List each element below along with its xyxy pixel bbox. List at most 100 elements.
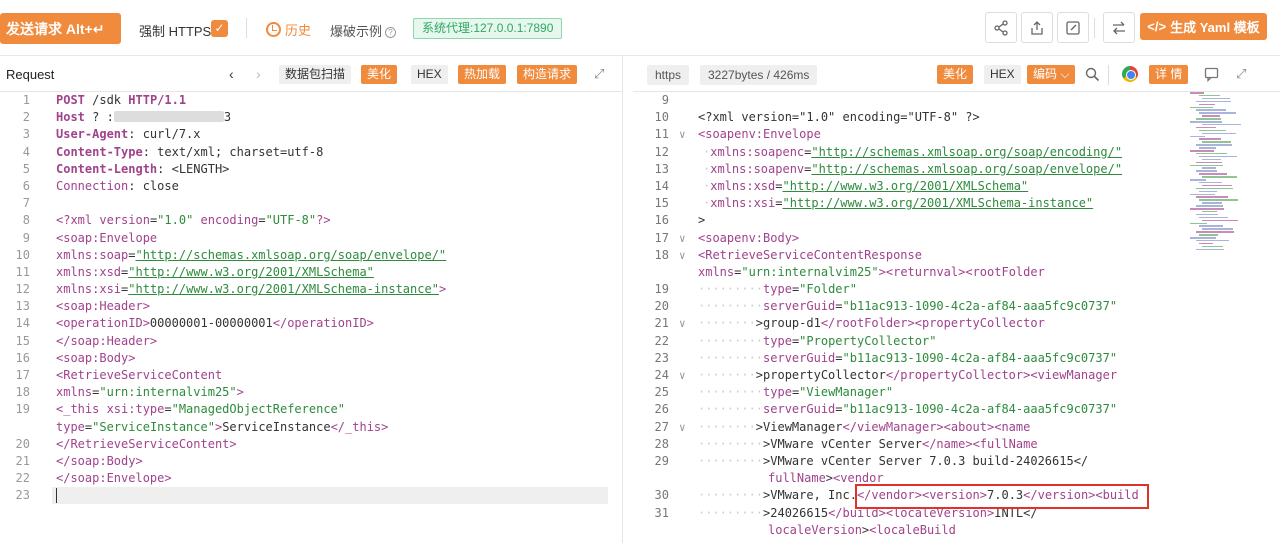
edit-button[interactable] <box>1057 12 1089 43</box>
examples-label: 爆破示例 <box>330 24 383 39</box>
response-viewer[interactable]: 9 10 <?xml version="1.0" encoding="UTF-8" … <box>633 92 1193 539</box>
minimap-line <box>1202 123 1241 126</box>
fold-chevron-icon[interactable]: ∨ <box>679 126 686 143</box>
chevron-left-icon[interactable]: ‹ <box>229 66 234 82</box>
code-token: xmlns:xsi <box>710 196 776 211</box>
line-number: 14 <box>654 178 669 193</box>
line-number: 31 <box>654 505 669 520</box>
expand-icon[interactable]: ⤢ <box>594 66 604 82</box>
beautify-button[interactable]: 美化 <box>361 65 398 84</box>
help-icon: ? <box>385 27 397 38</box>
generate-yaml-button[interactable]: </> 生成 Yaml 模板 <box>1140 13 1267 40</box>
highlight-box <box>855 484 1149 509</box>
fold-chevron-icon[interactable]: ∨ <box>679 367 686 384</box>
minimap-line <box>1190 208 1224 210</box>
code-line: 14 ·xmlns:xsd="http://www.w3.org/2001/XML… <box>633 178 1193 195</box>
edit-icon <box>1066 20 1080 35</box>
code-token: /sdk <box>84 93 129 107</box>
code-line: localeVersion><localeBuild <box>633 522 1193 539</box>
brute-force-examples-link[interactable]: 爆破示例? <box>330 21 397 40</box>
code-token: xmlns:xsd <box>56 264 122 279</box>
code-token: Content-Length <box>56 161 158 176</box>
encoding-dropdown[interactable]: 编码 ⌵ <box>1027 65 1076 84</box>
code-token: "b11ac913-1090-4c2a-af84-aaa5fc9c0737" <box>842 402 1118 417</box>
fold-chevron-icon[interactable]: ∨ <box>679 419 686 436</box>
code-line: 27 ∨ ········>ViewManager</viewManager><ab… <box>633 419 1193 436</box>
send-request-button[interactable]: 发送请求 Alt+↵ <box>0 13 121 44</box>
line-content: <RetrieveServiceContentResponse <box>698 247 922 264</box>
code-token: version <box>99 213 150 228</box>
swap-button[interactable] <box>1103 12 1135 43</box>
fold-chevron-icon[interactable]: ∨ <box>679 247 686 264</box>
code-line: xmlns="urn:internalvim25"><returnval><ro… <box>633 264 1193 281</box>
line-number: 27 <box>654 419 669 434</box>
minimap-line <box>1199 181 1222 184</box>
code-token: </soap:Header> <box>56 333 158 348</box>
request-header: Request ‹ › 数据包扫描 美化 HEX 热加载 构造请求 ⤢ <box>0 56 623 92</box>
chevron-right-icon[interactable]: › <box>256 66 261 82</box>
minimap-line <box>1199 199 1238 201</box>
code-line: 15 </soap:Header> <box>0 333 623 350</box>
resp-beautify-button[interactable]: 美化 <box>937 65 974 84</box>
code-token: <localeBuild <box>869 522 956 537</box>
packet-scan-button[interactable]: 数据包扫描 <box>279 65 352 84</box>
minimap-line <box>1196 213 1218 216</box>
code-token: "UTF-8" <box>265 213 317 228</box>
fold-chevron-icon[interactable]: ∨ <box>679 230 686 247</box>
swap-icon <box>1113 21 1125 34</box>
line-content: <soapenv:Body> <box>698 230 799 247</box>
code-token: "urn:internalvim25" <box>99 385 237 400</box>
minimap-line <box>1199 138 1221 140</box>
minimap-line <box>1190 237 1216 239</box>
code-token: = <box>775 196 783 211</box>
hot-reload-button[interactable]: 热加载 <box>458 65 507 84</box>
upload-icon <box>1031 20 1043 35</box>
code-minimap[interactable] <box>1188 92 1248 252</box>
force-https-checkbox[interactable]: ✓ <box>211 20 228 37</box>
line-content: </soap:Envelope> <box>56 470 172 487</box>
build-request-button[interactable]: 构造请求 <box>517 65 578 84</box>
minimap-line <box>1199 234 1218 236</box>
code-token: </soap:Envelope> <box>56 471 172 486</box>
minimap-line <box>1190 135 1205 137</box>
code-line: 24 ∨ ········>propertyCollector</propertyC… <box>633 367 1193 384</box>
expand-icon[interactable]: ⤢ <box>1236 66 1246 82</box>
code-token: serverGuid <box>763 402 836 417</box>
code-token: <fullName <box>972 436 1038 451</box>
line-number: 11 <box>15 264 30 279</box>
force-https-label: 强制 HTTPS <box>139 24 212 39</box>
code-line: 6 Connection: close <box>0 178 623 195</box>
system-proxy-badge[interactable]: 系统代理:127.0.0.1:7890 <box>413 18 563 39</box>
code-line: 26 ·········serverGuid="b11ac913-1090-4c2… <box>633 401 1193 418</box>
comment-icon[interactable] <box>1204 67 1219 82</box>
code-token: > <box>438 282 447 297</box>
indent-guide: ········· <box>698 402 764 417</box>
history-button[interactable]: 历史 <box>266 20 311 39</box>
resp-hex-button[interactable]: HEX <box>984 65 1021 84</box>
code-token: Connection <box>56 178 129 193</box>
code-line: 13 ·xmlns:soapenv="http://schemas.xmlsoap… <box>633 161 1193 178</box>
hex-button[interactable]: HEX <box>411 65 448 84</box>
details-button[interactable]: 详 情 <box>1149 65 1189 84</box>
minimap-line <box>1199 216 1228 219</box>
share-button[interactable] <box>985 12 1017 43</box>
code-token: = <box>835 402 843 417</box>
line-content: type="ServiceInstance">ServiceInstance</… <box>56 419 388 436</box>
code-token: "b11ac913-1090-4c2a-af84-aaa5fc9c0737" <box>842 299 1118 314</box>
request-editor[interactable]: 1 POST /sdk HTTP/1.1 2 Host ? : 3 3 User-Agent… <box>0 92 623 505</box>
code-token: <soapenv:Envelope <box>698 127 821 142</box>
line-number: 20 <box>654 299 669 314</box>
export-button[interactable] <box>1021 12 1053 43</box>
code-token: POST <box>56 93 85 107</box>
chrome-icon[interactable] <box>1122 66 1138 82</box>
code-line: 1 POST /sdk HTTP/1.1 <box>0 92 623 109</box>
search-icon[interactable] <box>1085 67 1100 82</box>
code-token: "http://schemas.xmlsoap.org/soap/envelop… <box>135 247 447 262</box>
minimap-line <box>1196 205 1223 207</box>
code-token: >group-d1 <box>755 316 821 331</box>
code-token: : curl/7.x <box>128 127 201 142</box>
code-token: "ManagedObjectReference" <box>171 402 345 417</box>
fold-chevron-icon[interactable]: ∨ <box>679 315 686 332</box>
minimap-line <box>1190 193 1215 195</box>
code-token: >ViewManager <box>755 419 843 434</box>
